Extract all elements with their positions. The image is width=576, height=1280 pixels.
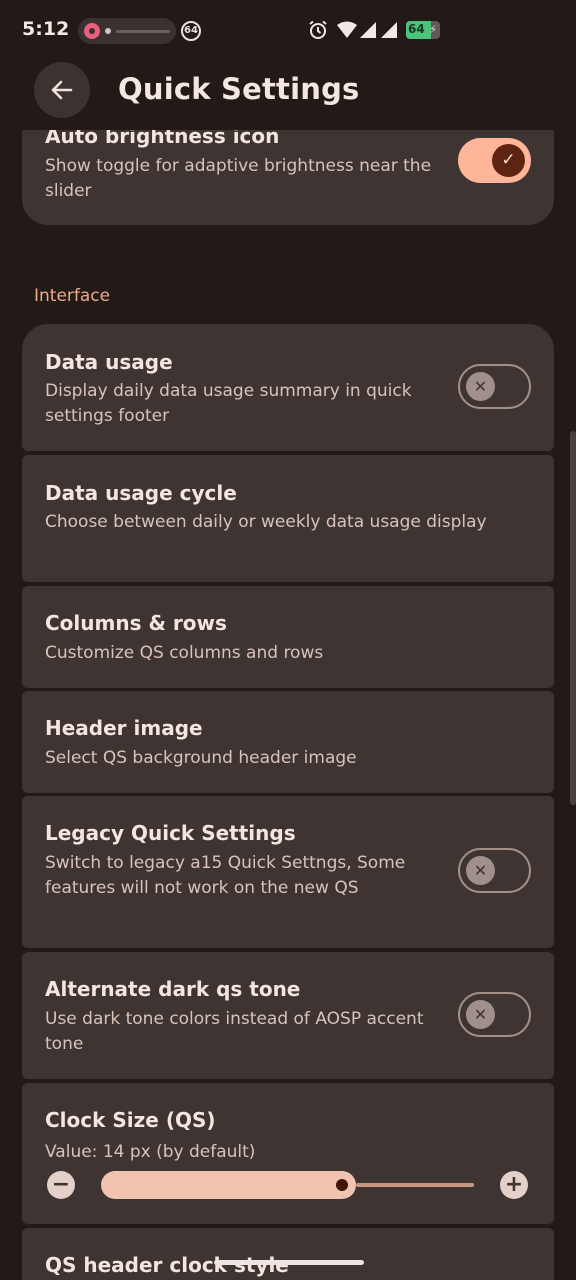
item-title: Data usage cycle	[45, 481, 237, 505]
item-title: Legacy Quick Settings	[45, 821, 296, 845]
close-icon: ✕	[473, 1005, 488, 1024]
pill-dot	[105, 28, 111, 34]
toggle-thumb: ✕	[466, 856, 495, 885]
item-title: QS header clock style	[45, 1253, 289, 1277]
alarm-icon	[309, 20, 327, 39]
section-label-interface: Interface	[34, 286, 111, 306]
item-title: Auto brightness icon	[45, 130, 280, 148]
item-title: Columns & rows	[45, 611, 227, 635]
instagram-icon	[84, 23, 100, 39]
item-title: Header image	[45, 716, 203, 740]
alternate-dark-qs-tone-item[interactable]: Alternate dark qs tone Use dark tone col…	[22, 952, 554, 1079]
notification-pill	[78, 18, 176, 44]
item-subtitle: Display daily data usage summary in quic…	[45, 381, 412, 426]
minus-icon: −	[51, 1172, 71, 1197]
gesture-navigation-bar[interactable]	[214, 1260, 364, 1265]
data-usage-toggle[interactable]: ✕	[458, 364, 531, 409]
item-subtitle: Switch to legacy a15 Quick Settngs, Some…	[45, 853, 406, 898]
page-title: Quick Settings	[118, 72, 360, 106]
qs-header-clock-style-item[interactable]: QS header clock style	[22, 1228, 554, 1280]
item-subtitle: Show toggle for adaptive brightness near…	[45, 156, 432, 201]
plus-icon: +	[504, 1172, 524, 1197]
toggle-thumb: ✓	[492, 144, 525, 177]
slider-value-text: Value: 14 px (by default)	[45, 1142, 256, 1162]
signal-icon	[360, 22, 376, 38]
notification-count-badge: 64	[181, 21, 201, 41]
close-icon: ✕	[473, 861, 488, 880]
legacy-quick-settings-toggle[interactable]: ✕	[458, 848, 531, 893]
item-subtitle: Use dark tone colors instead of AOSP acc…	[45, 1009, 424, 1054]
columns-rows-item[interactable]: Columns & rows Customize QS columns and …	[22, 586, 554, 688]
close-icon: ✕	[473, 377, 488, 396]
scrollbar[interactable]	[570, 431, 576, 805]
legacy-quick-settings-item[interactable]: Legacy Quick Settings Switch to legacy a…	[22, 796, 554, 948]
data-usage-cycle-item[interactable]: Data usage cycle Choose between daily or…	[22, 455, 554, 582]
slider-inactive-track	[356, 1183, 474, 1187]
header-image-item[interactable]: Header image Select QS background header…	[22, 691, 554, 793]
data-usage-item[interactable]: Data usage Display daily data usage summ…	[22, 324, 554, 451]
item-title: Data usage	[45, 350, 173, 374]
toggle-thumb: ✕	[466, 372, 495, 401]
top-app-bar: Quick Settings	[0, 60, 576, 130]
decrease-button[interactable]: −	[47, 1171, 75, 1199]
pill-progress	[116, 30, 170, 33]
status-time: 5:12	[22, 18, 70, 40]
wifi-icon	[337, 21, 357, 38]
battery-level: 64	[408, 22, 425, 36]
item-title: Alternate dark qs tone	[45, 977, 301, 1001]
signal-icon-2	[381, 22, 397, 38]
charging-bolt-icon: ⚡	[429, 23, 437, 36]
auto-brightness-icon-item[interactable]: Auto brightness icon Show toggle for ada…	[22, 130, 554, 225]
item-subtitle: Customize QS columns and rows	[45, 643, 324, 663]
item-subtitle: Select QS background header image	[45, 748, 357, 768]
increase-button[interactable]: +	[500, 1171, 528, 1199]
item-title: Clock Size (QS)	[45, 1108, 216, 1132]
settings-list[interactable]: Auto brightness icon Show toggle for ada…	[0, 130, 576, 1280]
status-bar: 5:12 64 64 ⚡	[0, 0, 576, 60]
battery-charging-icon: 64 ⚡	[406, 21, 440, 39]
clock-size-slider[interactable]	[101, 1171, 356, 1199]
check-icon: ✓	[501, 150, 516, 170]
slider-handle[interactable]	[336, 1179, 348, 1191]
alternate-dark-qs-tone-toggle[interactable]: ✕	[458, 992, 531, 1037]
auto-brightness-icon-toggle[interactable]: ✓	[458, 138, 531, 183]
toggle-thumb: ✕	[466, 1000, 495, 1029]
clock-size-item: Clock Size (QS) Value: 14 px (by default…	[22, 1083, 554, 1224]
arrow-left-icon	[51, 80, 73, 100]
item-subtitle: Choose between daily or weekly data usag…	[45, 512, 487, 532]
back-button[interactable]	[34, 62, 90, 118]
